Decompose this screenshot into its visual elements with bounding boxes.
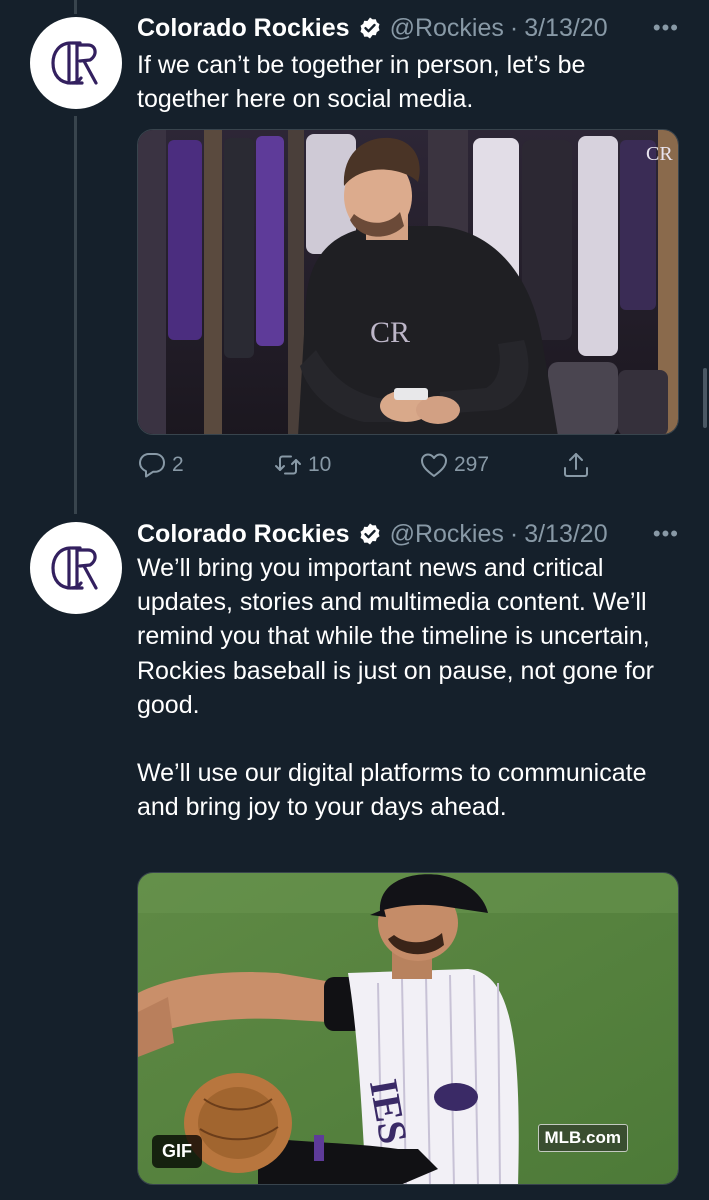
svg-text:CR: CR bbox=[370, 316, 410, 349]
like-button[interactable]: 297 bbox=[419, 447, 489, 483]
reply-icon bbox=[139, 453, 165, 478]
tweet-gif[interactable]: IES GIF MLB.com bbox=[137, 872, 679, 1185]
more-icon[interactable]: ••• bbox=[653, 521, 679, 547]
locker-room-photo: CR CR bbox=[138, 130, 678, 434]
handle[interactable]: @Rockies bbox=[390, 520, 504, 549]
tweet-paragraph: We’ll use our digital platforms to commu… bbox=[137, 759, 647, 822]
reply-button[interactable]: 2 bbox=[137, 447, 184, 483]
share-icon bbox=[564, 453, 588, 477]
tweet-paragraph: We’ll bring you important news and criti… bbox=[137, 554, 654, 719]
tweet-photo[interactable]: CR CR bbox=[137, 129, 679, 435]
verified-badge-icon bbox=[360, 17, 380, 39]
separator: · bbox=[509, 519, 519, 548]
tweet-paragraph: If we can’t be together in person, let’s… bbox=[137, 51, 586, 114]
display-name[interactable]: Colorado Rockies bbox=[137, 520, 350, 549]
retweet-count: 10 bbox=[308, 453, 332, 476]
retweet-icon bbox=[275, 455, 301, 475]
reply-count: 2 bbox=[172, 453, 184, 476]
mlb-watermark: MLB.com bbox=[537, 1124, 628, 1152]
like-icon bbox=[421, 453, 447, 477]
timestamp[interactable]: 3/13/20 bbox=[524, 14, 607, 43]
tweet-text: If we can’t be together in person, let’s… bbox=[137, 48, 681, 116]
timestamp[interactable]: 3/13/20 bbox=[524, 520, 607, 549]
display-name[interactable]: Colorado Rockies bbox=[137, 14, 350, 43]
share-button[interactable] bbox=[561, 447, 591, 483]
tweet-text: We’ll bring you important news and criti… bbox=[137, 551, 681, 824]
like-count: 297 bbox=[454, 453, 490, 476]
tweet-1[interactable]: Colorado Rockies @Rockies · 3/13/20 ••• … bbox=[0, 0, 709, 510]
retweet-button[interactable]: 10 bbox=[273, 447, 331, 483]
gif-label: GIF bbox=[152, 1135, 202, 1168]
rockies-logo-icon bbox=[51, 546, 98, 590]
avatar[interactable] bbox=[30, 17, 122, 109]
rockies-logo-icon bbox=[51, 41, 98, 85]
verified-badge-icon bbox=[360, 523, 380, 545]
separator: · bbox=[509, 13, 519, 42]
handle[interactable]: @Rockies bbox=[390, 14, 504, 43]
tweet-2[interactable]: Colorado Rockies @Rockies · 3/13/20 ••• … bbox=[0, 510, 709, 1200]
svg-text:CR: CR bbox=[646, 143, 673, 165]
more-icon[interactable]: ••• bbox=[653, 15, 679, 41]
avatar[interactable] bbox=[30, 522, 122, 614]
